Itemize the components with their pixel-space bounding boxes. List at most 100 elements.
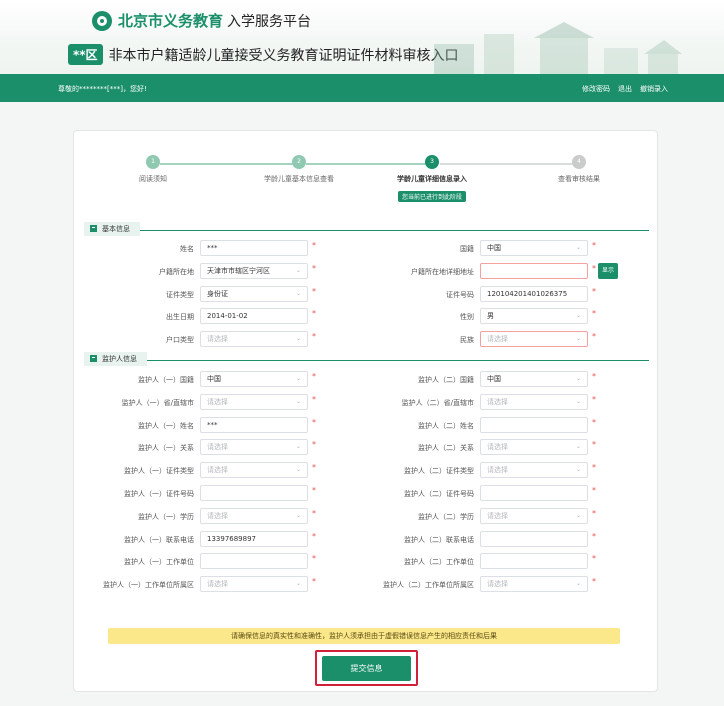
field-value: 请选择 [487, 443, 508, 452]
page-subtitle: **区 非本市户籍适龄儿童接受义务教育证明证件材料审核入口 [68, 44, 459, 65]
form-row: 监护人（二）证件号码 * [74, 485, 659, 501]
step-3-dot: 3 [425, 155, 439, 169]
field-value: 男 [487, 312, 494, 321]
guardian-info-tab: 监护人信息 [84, 351, 147, 366]
step-4: 4 查看审核结果 [519, 155, 639, 184]
form-row: 监护人（二）学历 请选择 ⌄ * [74, 507, 659, 524]
required-asterisk: * [592, 508, 596, 518]
form-card: 1 阅读须知 2 学龄儿童基本信息查看 3 学龄儿童详细信息录入 您当前已进行到… [73, 130, 658, 692]
step-1-label: 阅读须知 [139, 175, 167, 183]
form-row: 监护人（二）工作单位 * [74, 553, 659, 570]
select-field[interactable]: 中国 ⌄ [480, 371, 588, 387]
form-row: 证件号码 120104201401026375 * [74, 285, 659, 302]
form-row: 民族 请选择 ⌄ * [74, 331, 659, 348]
required-asterisk: * [592, 486, 596, 495]
logout-link[interactable]: 退出 [618, 84, 632, 94]
field-label: 监护人（二）学历 [418, 512, 474, 521]
required-asterisk: * [592, 241, 596, 250]
required-asterisk: * [592, 577, 596, 587]
chevron-down-icon: ⌄ [575, 580, 581, 588]
change-password-link[interactable]: 修改密码 [582, 84, 610, 94]
text-field[interactable] [480, 485, 588, 501]
step-2-dot: 2 [292, 155, 306, 169]
form-row: 监护人（二）联系电话 * [74, 530, 659, 547]
field-label: 监护人（二）工作单位 [404, 558, 474, 567]
field-label: 监护人（二）姓名 [418, 421, 474, 430]
field-label: 证件号码 [446, 290, 474, 299]
field-label: 监护人（二）省/直辖市 [401, 398, 474, 407]
step-4-dot: 4 [572, 155, 586, 169]
chevron-down-icon: ⌄ [575, 443, 581, 451]
select-field[interactable]: 请选择 ⌄ [480, 507, 588, 524]
required-asterisk: * [592, 372, 596, 381]
required-asterisk: * [592, 394, 596, 404]
show-address-button[interactable]: 显示 [598, 262, 618, 279]
district-badge: **区 [68, 44, 103, 65]
site-header: 北京市义务教育 入学服务平台 **区 非本市户籍适龄儿童接受义务教育证明证件材料… [0, 0, 724, 74]
chevron-down-icon: ⌄ [575, 397, 581, 405]
current-stage-badge: 您当前已进行到此阶段 [397, 191, 466, 202]
step-1-dot: 1 [146, 155, 160, 169]
basic-info-section-header: 基本信息 [84, 217, 649, 236]
field-label: 性别 [460, 313, 474, 322]
select-field[interactable]: 请选择 ⌄ [480, 576, 588, 593]
basic-info-title: 基本信息 [102, 224, 130, 233]
field-value: 请选择 [487, 397, 508, 406]
guardian-info-title: 监护人信息 [102, 354, 137, 363]
required-asterisk: * [592, 309, 596, 319]
select-field[interactable]: 男 ⌄ [480, 308, 588, 325]
temple-skyline-illustration [434, 22, 682, 74]
required-asterisk: * [592, 463, 596, 473]
form-row: 监护人（二）工作单位所属区 请选择 ⌄ * [74, 576, 659, 593]
text-field[interactable] [480, 262, 588, 279]
submit-button[interactable]: 提交信息 [322, 656, 411, 681]
chevron-down-icon: ⌄ [575, 244, 581, 251]
select-field[interactable]: 请选择 ⌄ [480, 439, 588, 456]
field-label: 监护人（二）国籍 [418, 376, 474, 384]
form-row: 监护人（二）关系 请选择 ⌄ * [74, 439, 659, 456]
form-row: 国籍 中国 ⌄ * [74, 240, 659, 256]
field-label: 监护人（二）关系 [418, 444, 474, 453]
required-asterisk: * [592, 417, 596, 427]
step-1: 1 阅读须知 [93, 155, 213, 184]
required-asterisk: * [592, 531, 596, 541]
platform-logo-icon [92, 10, 112, 31]
form-row: 户籍所在地详细地址 * 显示 [74, 262, 659, 279]
field-value: 请选择 [487, 580, 508, 589]
page-title: 非本市户籍适龄儿童接受义务教育证明证件材料审核入口 [108, 47, 459, 64]
document-icon [90, 225, 97, 232]
user-bar: 尊敬的********[***]，您好! 修改密码 退出 撤销录入 [0, 74, 724, 102]
document-icon [90, 355, 97, 362]
required-asterisk: * [592, 286, 596, 296]
form-row: 性别男 ⌄ * [74, 308, 659, 325]
form-row: 监护人（二）国籍 中国 ⌄ * [74, 371, 659, 387]
brand[interactable]: 北京市义务教育 入学服务平台 [92, 10, 311, 31]
field-value: 请选择 [487, 335, 508, 344]
user-greeting: 尊敬的********[***]，您好! [58, 85, 147, 93]
text-field[interactable] [480, 553, 588, 570]
field-value: 120104201401026375 [487, 289, 568, 298]
text-field[interactable] [480, 530, 588, 547]
chevron-down-icon: ⌄ [575, 312, 581, 320]
step-2: 2 学龄儿童基本信息查看 [239, 155, 359, 184]
field-value: 请选择 [487, 466, 508, 475]
select-field[interactable]: 中国 ⌄ [480, 240, 588, 256]
field-label: 监护人（二）联系电话 [404, 535, 474, 544]
select-field[interactable]: 请选择 ⌄ [480, 462, 588, 479]
text-field[interactable] [480, 416, 588, 433]
form-row: 监护人（二）省/直辖市 请选择 ⌄ * [74, 393, 659, 410]
select-field[interactable]: 请选择 ⌄ [480, 331, 588, 348]
form-row: 监护人（二）姓名 * [74, 416, 659, 433]
step-4-label: 查看审核结果 [558, 175, 600, 183]
field-label: 国籍 [460, 245, 474, 253]
field-label: 户籍所在地详细地址 [411, 267, 474, 276]
select-field[interactable]: 请选择 ⌄ [480, 393, 588, 410]
text-field[interactable]: 120104201401026375 [480, 285, 588, 302]
field-label: 民族 [460, 336, 474, 345]
brand-suffix: 入学服务平台 [227, 13, 312, 30]
field-label: 监护人（二）证件号码 [404, 490, 474, 498]
required-asterisk: * [592, 554, 596, 564]
basic-info-tab: 基本信息 [84, 221, 140, 236]
revoke-entry-link[interactable]: 撤销录入 [640, 84, 668, 94]
required-asterisk: * [592, 332, 596, 342]
